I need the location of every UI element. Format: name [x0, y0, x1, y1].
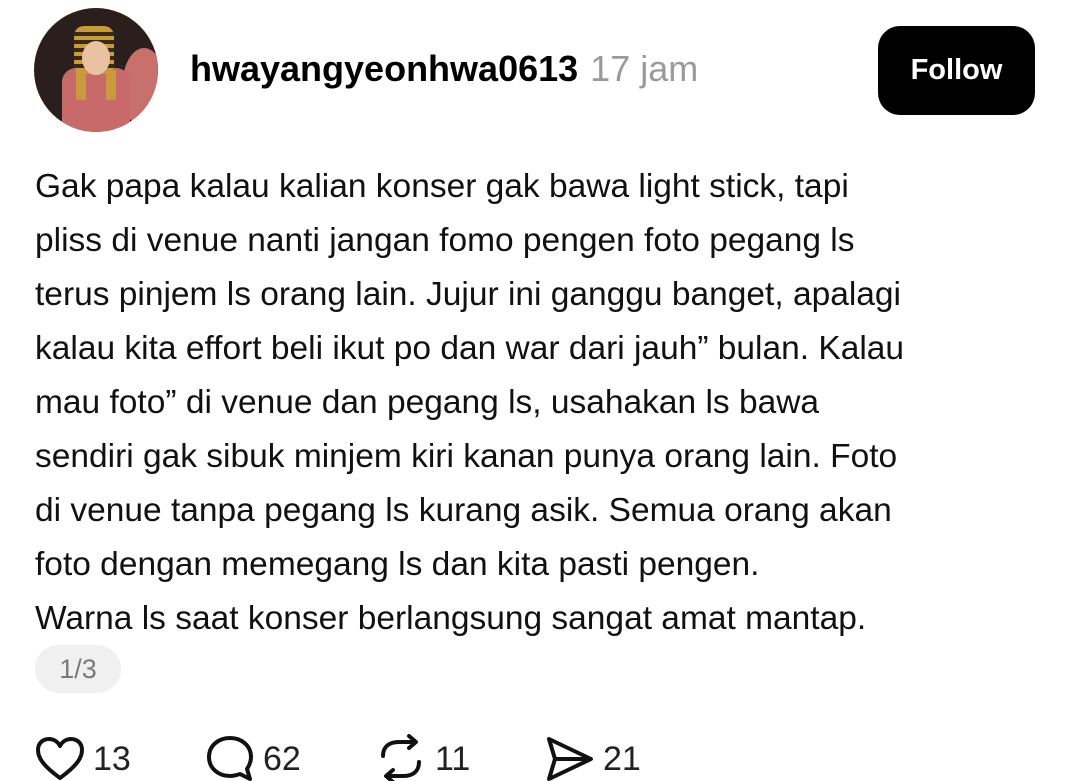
post-text-line: foto dengan memegang ls dan kita pasti p… [35, 546, 760, 583]
avatar[interactable] [34, 8, 158, 132]
page-indicator: 1/3 [35, 645, 121, 693]
post-text-line: kalau kita effort beli ikut po dan war d… [35, 330, 905, 367]
comment-count: 62 [263, 739, 301, 778]
repost-button[interactable]: 11 [375, 734, 470, 781]
heart-icon [35, 736, 85, 781]
comment-button[interactable]: 62 [205, 734, 301, 781]
share-button[interactable]: 21 [545, 734, 641, 781]
post-text-line: Warna ls saat konser berlangsung sangat … [35, 600, 867, 637]
like-button[interactable]: 13 [35, 734, 131, 781]
post-text-line: mau foto” di venue dan pegang ls, usahak… [35, 384, 820, 421]
post-text-line: di venue tanpa pegang ls kurang asik. Se… [35, 492, 892, 529]
post-container: hwayangyeonhwa0613 17 jam Follow Gak pap… [0, 0, 1080, 781]
post-timestamp: 17 jam [590, 48, 699, 89]
post-text-line: pliss di venue nanti jangan fomo pengen … [35, 222, 855, 259]
comment-icon [205, 734, 255, 781]
post-text-line: sendiri gak sibuk minjem kiri kanan puny… [35, 438, 898, 475]
avatar-image [34, 8, 158, 132]
send-icon [545, 734, 595, 781]
post-header: hwayangyeonhwa0613 17 jam [190, 48, 698, 94]
repost-count: 11 [435, 739, 471, 778]
post-body: Gak papa kalau kalian konser gak bawa li… [35, 160, 1055, 646]
share-count: 21 [603, 739, 641, 778]
post-text-line: terus pinjem ls orang lain. Jujur ini ga… [35, 276, 901, 313]
post-text-line: Gak papa kalau kalian konser gak bawa li… [35, 168, 849, 205]
repost-icon [375, 734, 427, 781]
username[interactable]: hwayangyeonhwa0613 [190, 48, 578, 90]
like-count: 13 [93, 739, 131, 778]
follow-button[interactable]: Follow [878, 26, 1035, 115]
